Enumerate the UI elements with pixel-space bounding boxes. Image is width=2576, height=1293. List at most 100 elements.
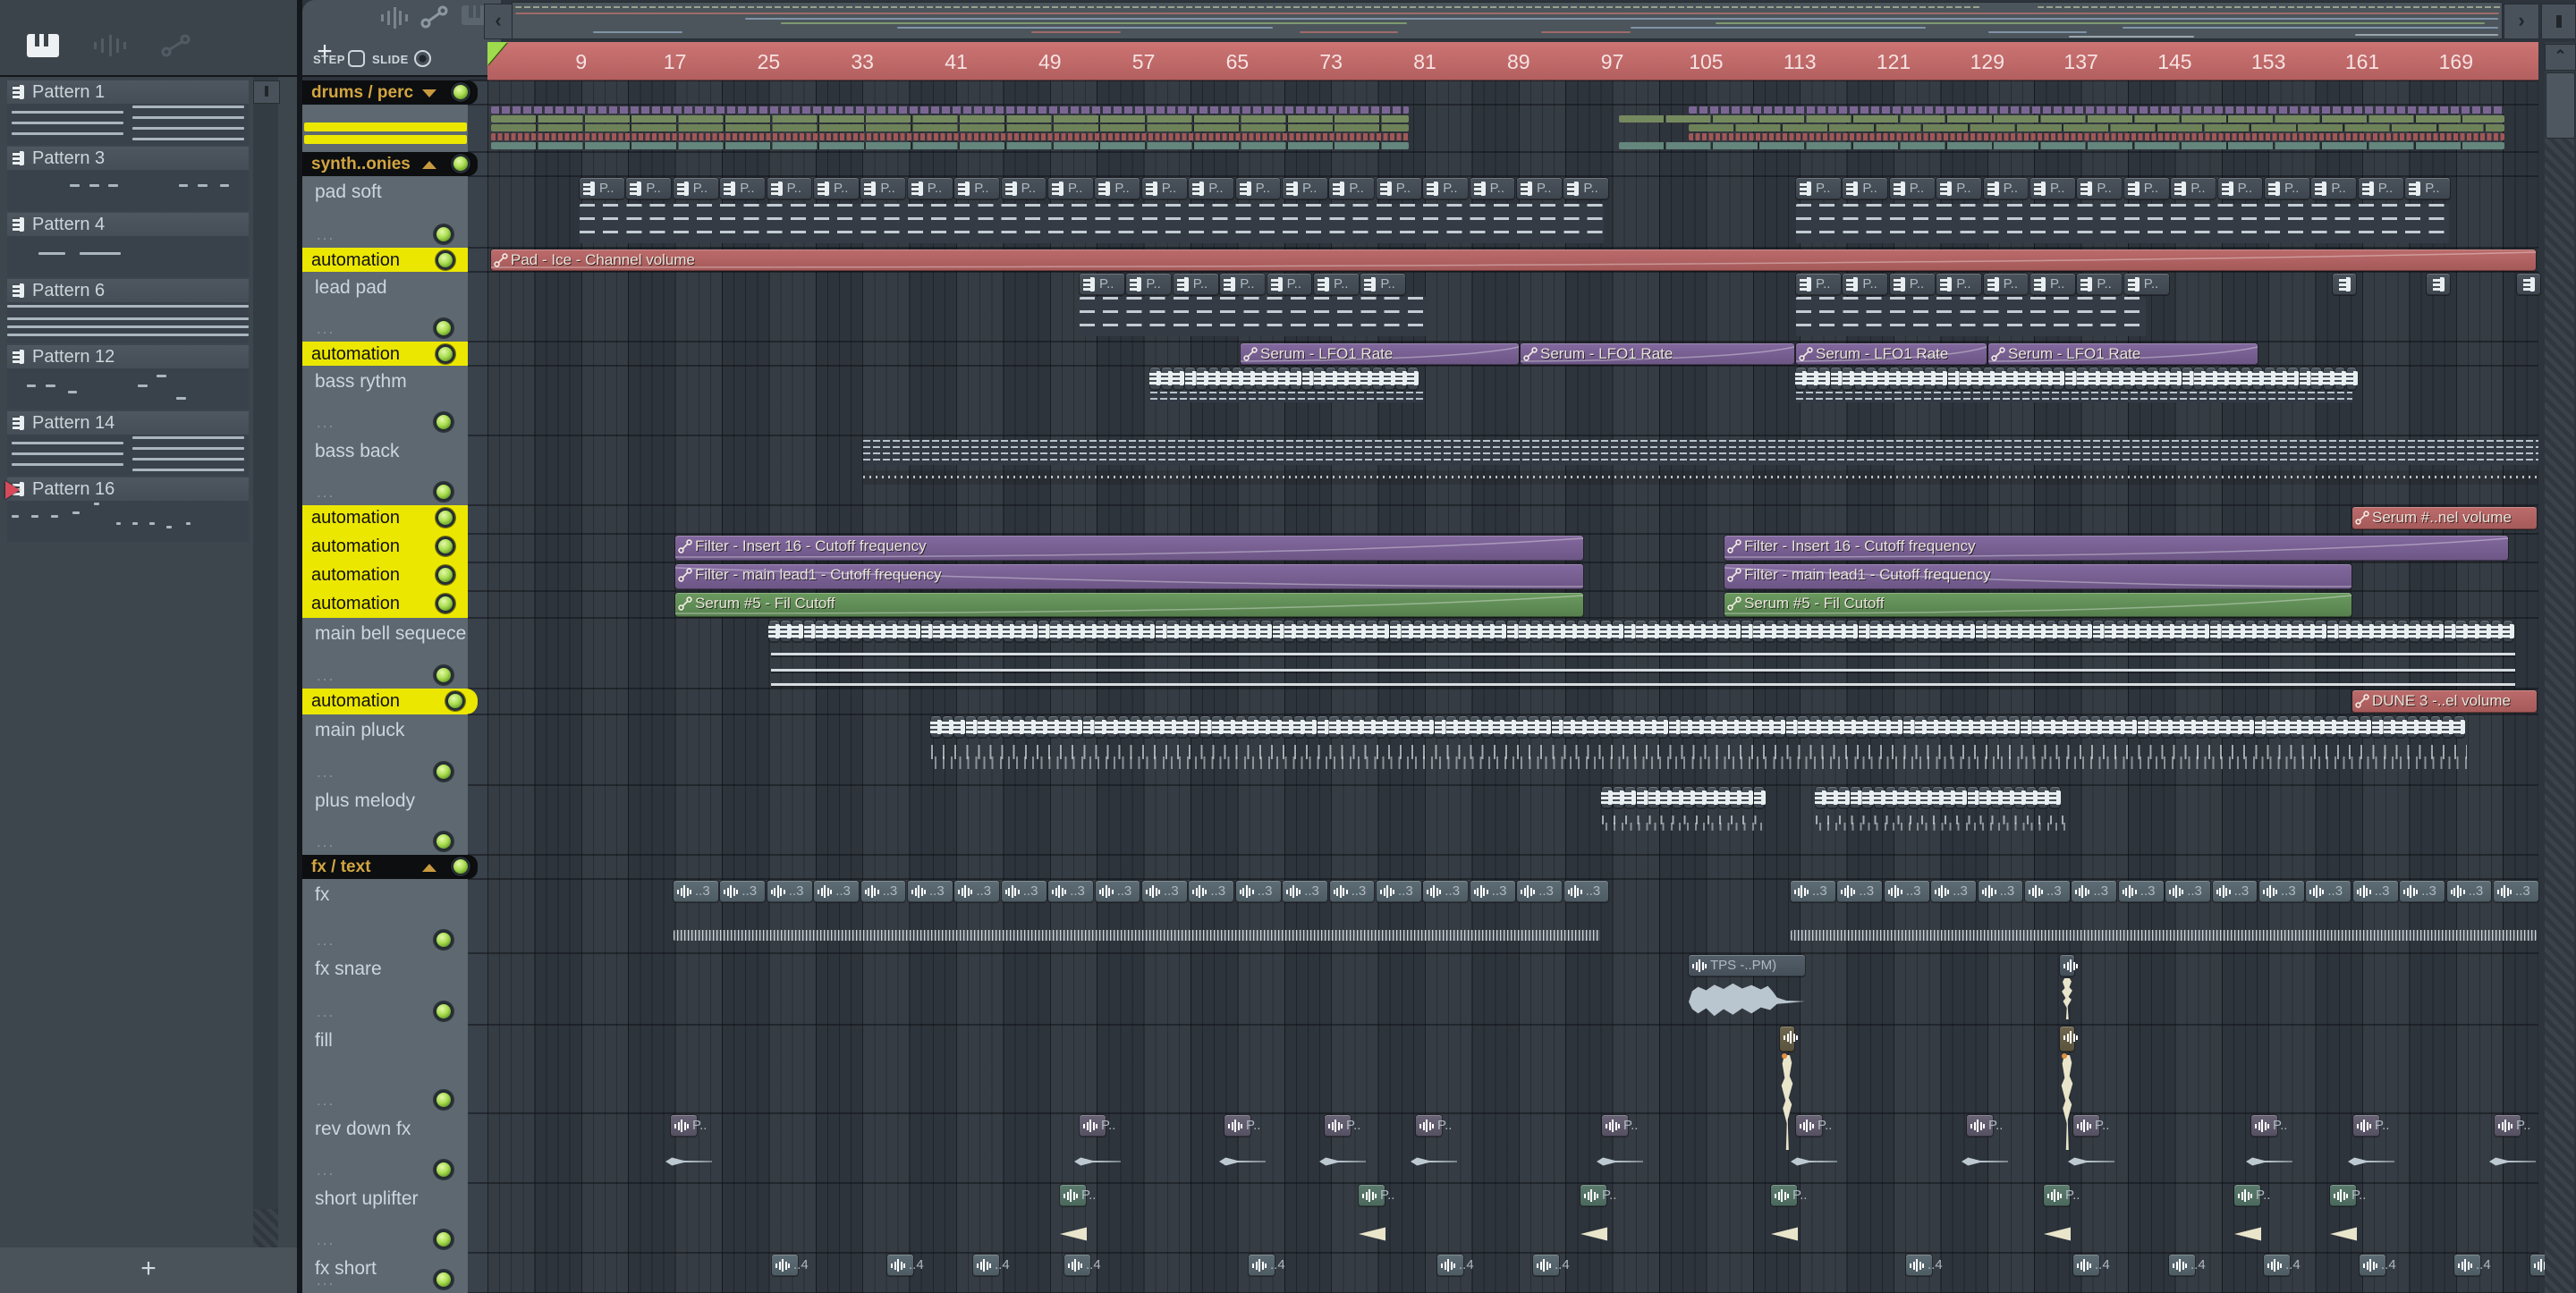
pattern-clip[interactable] <box>2336 716 2349 738</box>
audio-clip[interactable]: P.. <box>2330 1185 2366 1206</box>
pattern-clip[interactable] <box>838 621 851 642</box>
pattern-clip[interactable] <box>2325 716 2337 738</box>
pattern-clip[interactable] <box>2147 368 2159 390</box>
audio-clip[interactable]: P.. <box>2044 1185 2080 1206</box>
pattern-clip[interactable] <box>1624 787 1637 808</box>
pattern-clip[interactable] <box>2264 368 2276 390</box>
audio-clip[interactable]: ..3 <box>814 881 860 902</box>
pattern-clip[interactable] <box>1612 621 1624 642</box>
pattern-clip[interactable] <box>953 716 966 738</box>
pattern-clip[interactable]: P.. <box>1983 274 2029 295</box>
pattern-clip[interactable] <box>1987 621 1999 642</box>
pattern-clip[interactable]: P.. <box>1001 178 1046 199</box>
pattern-clip[interactable] <box>2053 368 2065 390</box>
pattern-clip[interactable] <box>1944 787 1956 808</box>
pattern-clip[interactable] <box>1635 621 1648 642</box>
pattern-clip[interactable] <box>1979 787 1991 808</box>
pattern-clip[interactable] <box>2299 368 2311 390</box>
pattern-clip[interactable] <box>2090 716 2103 738</box>
pattern-clip[interactable] <box>1695 787 1707 808</box>
pattern-clip[interactable] <box>1893 621 1905 642</box>
pattern-clip[interactable]: P.. <box>1843 178 1888 199</box>
pattern-clip[interactable] <box>1741 787 1754 808</box>
pattern-clip[interactable] <box>2313 716 2326 738</box>
pattern-clip[interactable] <box>1589 621 1601 642</box>
pattern-clip[interactable] <box>1823 621 1835 642</box>
audio-clip[interactable]: ..3 <box>860 881 906 902</box>
pattern-clip[interactable] <box>1785 716 1798 738</box>
pattern-clip[interactable] <box>1947 368 1960 390</box>
pattern-clip[interactable] <box>1295 621 1308 642</box>
audio-clip[interactable]: P.. <box>2234 1185 2270 1206</box>
pattern-clip[interactable] <box>1842 368 1854 390</box>
pattern-clip[interactable] <box>2350 621 2362 642</box>
pattern-clip[interactable]: P.. <box>2217 178 2263 199</box>
pattern-clip[interactable] <box>1493 716 1505 738</box>
pattern-clip[interactable] <box>1648 787 1660 808</box>
pattern-clip[interactable] <box>2231 716 2243 738</box>
pattern-clip[interactable] <box>2221 621 2233 642</box>
pattern-clip[interactable] <box>1301 368 1314 390</box>
vertical-scrollbar-thumb[interactable] <box>2546 72 2575 139</box>
pattern-clip[interactable] <box>1360 368 1373 390</box>
pattern-clip[interactable] <box>1436 621 1448 642</box>
audio-clip[interactable]: ..3 <box>2494 881 2538 902</box>
pattern-clip[interactable] <box>1985 716 1997 738</box>
pattern-clip[interactable] <box>988 716 1001 738</box>
pattern-clip[interactable] <box>1384 368 1396 390</box>
pattern-clip[interactable] <box>1928 621 1941 642</box>
pattern-clip[interactable]: P.. <box>1141 178 1187 199</box>
pattern-clip[interactable] <box>1457 716 1470 738</box>
pattern-clip[interactable] <box>1853 368 1866 390</box>
collapsed-clip-strip[interactable] <box>1689 124 2504 131</box>
pattern-clip[interactable]: P.. <box>1983 178 2029 199</box>
audio-clip[interactable]: P.. <box>2353 1115 2389 1137</box>
pattern-clip[interactable] <box>1645 716 1657 738</box>
pattern-clip[interactable]: P.. <box>580 178 624 199</box>
pattern-clip[interactable] <box>2064 368 2077 390</box>
audio-clip[interactable]: ..3 <box>2212 881 2258 902</box>
pattern-clip[interactable] <box>1846 621 1859 642</box>
audio-clip[interactable]: ..3 <box>1142 881 1187 902</box>
audio-clip[interactable]: ..3 <box>1423 881 1469 902</box>
pattern-clip[interactable] <box>2029 368 2042 390</box>
pattern-clip[interactable] <box>2148 716 2161 738</box>
pattern-clip[interactable] <box>1998 621 2011 642</box>
pattern-clip[interactable] <box>1036 716 1048 738</box>
pattern-clip[interactable] <box>1072 621 1085 642</box>
pattern-clip[interactable] <box>2334 368 2346 390</box>
pattern-clip[interactable] <box>780 621 792 642</box>
pattern-clip[interactable] <box>1730 787 1742 808</box>
pattern-clip[interactable] <box>1231 368 1243 390</box>
pattern-clip[interactable]: P.. <box>1889 178 1935 199</box>
pattern-clip[interactable] <box>1120 621 1132 642</box>
pattern-clip[interactable] <box>1424 621 1436 642</box>
pattern-clip[interactable] <box>2006 368 2019 390</box>
pattern-clip[interactable] <box>1963 621 1976 642</box>
pattern-clip[interactable] <box>2049 787 2062 808</box>
pattern-clip[interactable] <box>1407 368 1419 390</box>
pattern-clip[interactable] <box>2275 368 2288 390</box>
pattern-clip[interactable] <box>897 621 910 642</box>
pattern-clip[interactable] <box>1551 716 1563 738</box>
pattern-clip[interactable] <box>1885 787 1897 808</box>
audio-clip[interactable]: ..3 <box>1377 881 1421 902</box>
pattern-clip[interactable]: P.. <box>1936 274 1982 295</box>
pattern-clip[interactable] <box>2418 716 2430 738</box>
collapsed-clip-strip[interactable] <box>1689 106 2504 114</box>
pattern-clip[interactable] <box>2069 621 2081 642</box>
audio-clip[interactable]: P.. <box>1580 1185 1616 1206</box>
pattern-clip[interactable] <box>2013 787 2026 808</box>
pattern-clip[interactable] <box>979 621 992 642</box>
pattern-clip[interactable] <box>2186 621 2199 642</box>
pattern-clip[interactable] <box>1469 716 1481 738</box>
pattern-clip[interactable] <box>1313 368 1326 390</box>
audio-clip[interactable]: ..3 <box>1978 881 2023 902</box>
pattern-clip[interactable] <box>2055 716 2067 738</box>
automation-clip[interactable]: Serum - LFO1 Rate <box>1521 343 1794 365</box>
audio-clip[interactable] <box>1780 1027 1798 1052</box>
pattern-clip[interactable] <box>1973 716 1986 738</box>
pattern-clip[interactable]: P.. <box>1173 274 1218 295</box>
audio-clip[interactable]: P.. <box>2495 1115 2530 1137</box>
pattern-clip[interactable]: P.. <box>1517 178 1562 199</box>
